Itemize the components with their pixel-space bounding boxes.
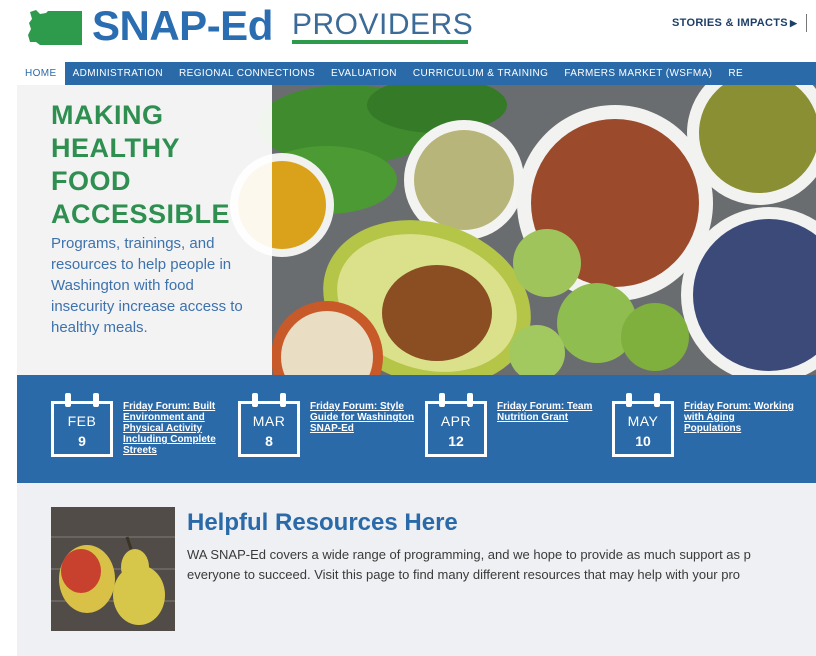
- hero-heading: MAKING HEALTHY FOOD ACCESSIBLE: [51, 99, 261, 231]
- site-header: SNAP-Ed PROVIDERS STORIES & IMPACTS ▶: [0, 0, 816, 58]
- resources-description: WA SNAP-Ed covers a wide range of progra…: [187, 545, 816, 585]
- page: SNAP-Ed PROVIDERS STORIES & IMPACTS ▶ HOM…: [0, 0, 816, 656]
- nav-item-regional-connections[interactable]: REGIONAL CONNECTIONS: [171, 62, 323, 85]
- event-day: 9: [78, 433, 86, 449]
- hero-banner: MAKING HEALTHY FOOD ACCESSIBLE Programs,…: [17, 85, 816, 375]
- event-month: FEB: [67, 413, 97, 429]
- pears-image[interactable]: [51, 507, 175, 631]
- logo-snap-ed[interactable]: SNAP-Ed: [92, 2, 273, 50]
- caret-right-icon: ▶: [789, 18, 798, 28]
- hero-heading-line-2: HEALTHY: [51, 133, 180, 163]
- calendar-ring: [654, 393, 660, 407]
- main-nav: HOME ADMINISTRATION REGIONAL CONNECTIONS…: [17, 62, 816, 85]
- calendar-icon: MAY 10: [612, 393, 674, 457]
- nav-item-truncated[interactable]: RE: [720, 62, 751, 85]
- event-link[interactable]: Friday Forum: Built Environment and Phys…: [123, 401, 233, 456]
- logo-underline: [292, 40, 468, 44]
- resources-text-line-2: everyone to succeed. Visit this page to …: [187, 567, 741, 582]
- event-day: 10: [635, 433, 651, 449]
- resources-heading: Helpful Resources Here: [187, 509, 458, 536]
- event-month: MAY: [627, 413, 659, 429]
- event-month: MAR: [252, 413, 286, 429]
- nav-item-farmers-market[interactable]: FARMERS MARKET (WSFMA): [556, 62, 720, 85]
- event-day: 12: [448, 433, 464, 449]
- calendar-ring: [93, 393, 99, 407]
- event-link[interactable]: Friday Forum: Team Nutrition Grant: [497, 401, 607, 423]
- logo-providers[interactable]: PROVIDERS: [292, 8, 473, 42]
- stories-impacts-link[interactable]: STORIES & IMPACTS ▶: [672, 17, 797, 29]
- nav-item-administration[interactable]: ADMINISTRATION: [65, 62, 171, 85]
- washington-state-map-icon[interactable]: [26, 9, 84, 47]
- nav-item-evaluation[interactable]: EVALUATION: [323, 62, 405, 85]
- hero-description: Programs, trainings, and resources to he…: [51, 235, 243, 336]
- hero-heading-line-3: FOOD: [51, 166, 131, 196]
- calendar-ring: [439, 393, 445, 407]
- nav-item-curriculum-training[interactable]: CURRICULUM & TRAINING: [405, 62, 556, 85]
- calendar-ring: [626, 393, 632, 407]
- stories-impacts-label: STORIES & IMPACTS: [672, 17, 788, 29]
- resources-section: Helpful Resources Here WA SNAP-Ed covers…: [17, 483, 816, 656]
- calendar-icon: MAR 8: [238, 393, 300, 457]
- resources-text-line-1: WA SNAP-Ed covers a wide range of progra…: [187, 547, 751, 562]
- calendar-ring: [467, 393, 473, 407]
- event-link[interactable]: Friday Forum: Style Guide for Washington…: [310, 401, 420, 434]
- calendar-ring: [65, 393, 71, 407]
- hero-heading-line-4: ACCESSIBLE: [51, 199, 231, 229]
- hero-heading-line-1: MAKING: [51, 100, 164, 130]
- event-month: APR: [440, 413, 472, 429]
- calendar-icon: FEB 9: [51, 393, 113, 457]
- calendar-ring: [252, 393, 258, 407]
- event-link[interactable]: Friday Forum: Working with Aging Populat…: [684, 401, 794, 434]
- event-day: 8: [265, 433, 273, 449]
- calendar-icon: APR 12: [425, 393, 487, 457]
- nav-item-home[interactable]: HOME: [17, 62, 65, 85]
- calendar-ring: [280, 393, 286, 407]
- pears-icon: [51, 507, 175, 631]
- events-band: FEB 9 Friday Forum: Built Environment an…: [17, 375, 816, 483]
- header-divider: [806, 14, 807, 32]
